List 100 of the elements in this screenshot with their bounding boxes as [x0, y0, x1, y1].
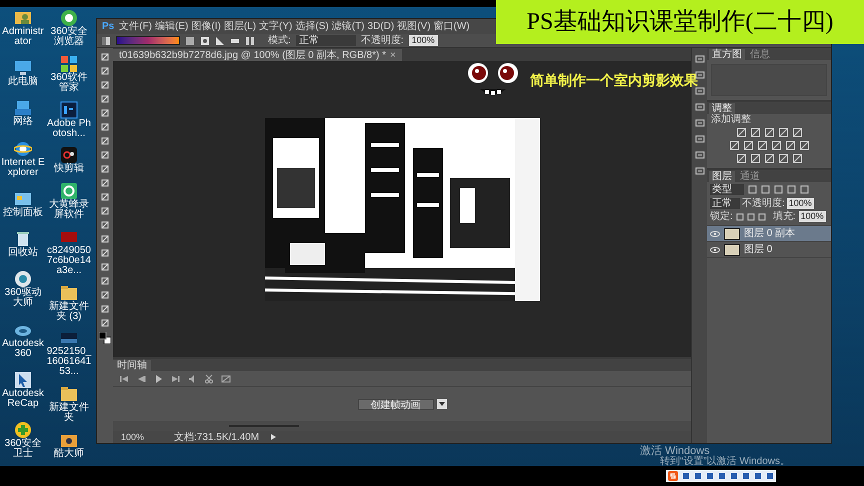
- skip-back-icon[interactable]: [119, 374, 129, 384]
- desktop-icon[interactable]: Internet Explorer: [0, 138, 46, 179]
- blend-mode-dropdown[interactable]: 正常: [710, 198, 740, 209]
- desktop-icon[interactable]: Autodesk ReCap: [0, 370, 46, 410]
- desktop-icon[interactable]: 控制面板: [0, 188, 46, 219]
- menu-item[interactable]: 图层(L): [224, 20, 256, 32]
- panel-icon[interactable]: [694, 86, 704, 96]
- fill-field[interactable]: 100%: [798, 211, 826, 222]
- adjustment-icon[interactable]: [772, 141, 780, 150]
- tool-icon[interactable]: [100, 164, 110, 174]
- create-frame-animation-button[interactable]: 创建帧动画: [358, 398, 434, 410]
- panel-icon[interactable]: [694, 150, 704, 160]
- panel-icon[interactable]: [694, 118, 704, 128]
- eye-icon[interactable]: [710, 246, 720, 254]
- tool-icon[interactable]: [100, 234, 110, 244]
- gradient-swatch[interactable]: [116, 36, 180, 45]
- opacity-field[interactable]: 100%: [786, 198, 814, 209]
- desktop-icon[interactable]: 360安全卫士: [0, 420, 46, 460]
- panel-icon[interactable]: [694, 102, 704, 112]
- menu-item[interactable]: 窗口(W): [434, 20, 470, 32]
- tool-icon[interactable]: [100, 192, 110, 202]
- mode-dropdown[interactable]: 正常: [296, 35, 356, 46]
- color-swatches-icon[interactable]: [99, 332, 111, 344]
- desktop-icon[interactable]: 360软件管家: [46, 54, 92, 94]
- tool-icon[interactable]: [100, 80, 110, 90]
- opacity-field[interactable]: 100%: [408, 35, 438, 46]
- desktop-icon[interactable]: 360安全浏览器: [46, 8, 92, 48]
- desktop-icon[interactable]: 快剪辑: [46, 145, 92, 176]
- menu-item[interactable]: 3D(D): [368, 20, 394, 32]
- desktop-icon[interactable]: 9252150_1606164153...: [46, 328, 92, 378]
- tool-icon[interactable]: [100, 220, 110, 230]
- tool-icon[interactable]: [100, 66, 110, 76]
- dropdown-caret-icon[interactable]: [436, 399, 446, 409]
- menu-item[interactable]: 滤镜(T): [332, 20, 365, 32]
- tool-icon[interactable]: [100, 122, 110, 132]
- adjustment-icon[interactable]: [764, 154, 774, 163]
- desktop-icon[interactable]: Administrator: [0, 8, 46, 48]
- desktop-icon[interactable]: 新建文件夹: [46, 384, 92, 424]
- s-logo-icon[interactable]: [668, 471, 678, 481]
- tool-icon[interactable]: [100, 94, 110, 104]
- scissors-icon[interactable]: [204, 374, 214, 384]
- desktop-icon[interactable]: 网络: [0, 98, 46, 128]
- gradient-tool-icon[interactable]: [101, 36, 111, 46]
- adjustment-icon[interactable]: [736, 128, 746, 137]
- menu-item[interactable]: 图像(I): [191, 20, 221, 32]
- desktop-icon[interactable]: 酷大师: [46, 430, 92, 460]
- tool-icon[interactable]: [100, 248, 110, 258]
- adjustment-icon[interactable]: [750, 154, 760, 163]
- gradient-type-icon[interactable]: [200, 36, 210, 46]
- menu-item[interactable]: 编辑(E): [155, 20, 188, 32]
- tool-icon[interactable]: [100, 206, 110, 216]
- menu-item[interactable]: 视图(V): [397, 20, 431, 32]
- adjustment-icon[interactable]: [792, 154, 802, 163]
- desktop-icon[interactable]: 新建文件夹 (3): [46, 282, 92, 323]
- desktop-icon[interactable]: 360驱动大师: [0, 269, 46, 310]
- filter-dropdown[interactable]: 类型: [710, 184, 744, 195]
- close-button[interactable]: ×: [390, 50, 396, 60]
- menu-item[interactable]: 文件(F): [119, 20, 152, 32]
- layer-row[interactable]: 图层 0: [707, 242, 831, 258]
- panel-icon[interactable]: [694, 166, 704, 176]
- desktop-icon[interactable]: 大黄蜂录屏软件: [46, 181, 92, 222]
- tool-icon[interactable]: [100, 178, 110, 188]
- gradient-type-icon[interactable]: [185, 36, 195, 46]
- tool-icon[interactable]: [100, 304, 110, 314]
- adjustment-icon[interactable]: [778, 128, 788, 137]
- tool-icon[interactable]: [100, 136, 110, 146]
- adjustment-icon[interactable]: [792, 128, 802, 137]
- panel-tab[interactable]: 信息: [747, 49, 773, 60]
- adjustment-icon[interactable]: [744, 141, 752, 150]
- menu-arrow-icon[interactable]: [269, 433, 278, 441]
- adjustment-icon[interactable]: [758, 141, 766, 150]
- adjustment-icon[interactable]: [786, 141, 794, 150]
- adjustment-icon[interactable]: [764, 128, 774, 137]
- panel-icon[interactable]: [694, 134, 704, 144]
- transition-icon[interactable]: [221, 374, 231, 384]
- document-tab[interactable]: t01639b632b9b7278d6.jpg @ 100% (图层 0 副本, RGB/8*) * ×: [113, 49, 402, 61]
- layer-row[interactable]: 图层 0 副本: [707, 226, 831, 242]
- panel-tab[interactable]: 图层: [709, 171, 735, 182]
- menu-item[interactable]: 文字(Y): [259, 20, 292, 32]
- panel-tab[interactable]: 直方图: [709, 49, 745, 60]
- play-icon[interactable]: [153, 374, 163, 384]
- step-back-icon[interactable]: [136, 374, 146, 384]
- adjustment-icon[interactable]: [736, 154, 746, 163]
- menu-item[interactable]: 选择(S): [295, 20, 329, 32]
- tool-icon[interactable]: [100, 262, 110, 272]
- adjustment-icon[interactable]: [800, 141, 808, 150]
- speaker-icon[interactable]: [187, 374, 197, 384]
- tool-icon[interactable]: [100, 150, 110, 160]
- tool-icon[interactable]: [100, 290, 110, 300]
- desktop-icon[interactable]: Adobe Photosh...: [46, 100, 92, 140]
- desktop-icon[interactable]: 此电脑: [0, 58, 46, 88]
- panel-tab[interactable]: 通道: [737, 171, 763, 182]
- panel-icon[interactable]: [694, 54, 704, 64]
- tool-icon[interactable]: [100, 318, 110, 328]
- desktop-icon[interactable]: 回收站: [0, 229, 46, 260]
- tool-icon[interactable]: [100, 108, 110, 118]
- timeline-tab[interactable]: 时间轴: [113, 360, 151, 371]
- adjustment-icon[interactable]: [778, 154, 788, 163]
- tool-icon[interactable]: [100, 52, 110, 62]
- adjustment-icon[interactable]: [730, 141, 738, 150]
